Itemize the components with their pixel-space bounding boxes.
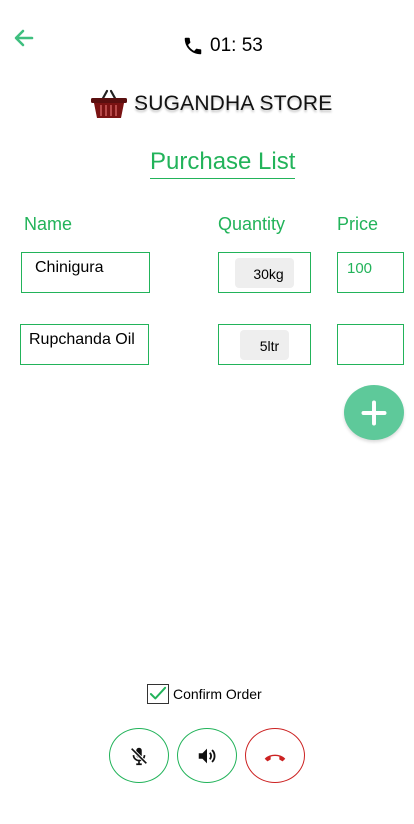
- confirm-order-label: Confirm Order: [173, 686, 262, 702]
- basket-icon: [91, 89, 127, 118]
- speaker-button[interactable]: [177, 728, 237, 783]
- item-name-field[interactable]: Chinigura: [21, 252, 150, 293]
- store-header: SUGANDHA STORE: [90, 88, 332, 120]
- column-header-quantity: Quantity: [218, 214, 286, 234]
- page-title: Purchase List: [150, 148, 296, 179]
- end-call-icon: [264, 754, 286, 761]
- quantity-value: 5ltr: [239, 329, 290, 360]
- call-timer: 01: 53: [182, 34, 263, 58]
- speaker-icon: [198, 748, 216, 763]
- item-quantity-field[interactable]: 5ltr: [218, 324, 311, 365]
- column-header-price: Price: [337, 214, 379, 234]
- plus-icon: [361, 400, 387, 425]
- store-name: SUGANDHA STORE: [134, 92, 333, 115]
- mute-button[interactable]: [109, 728, 169, 783]
- checkmark-icon: [149, 686, 167, 700]
- confirm-order[interactable]: Confirm Order: [147, 684, 262, 704]
- call-time-text: 01: 53: [210, 35, 263, 56]
- item-price-field[interactable]: 100: [337, 252, 404, 293]
- phone-icon: [184, 37, 202, 55]
- item-price-field[interactable]: [337, 324, 404, 365]
- item-name-field[interactable]: Rupchanda Oil: [20, 324, 149, 365]
- end-call-button[interactable]: [245, 728, 305, 783]
- mic-off-icon: [130, 746, 148, 765]
- add-item-button[interactable]: [344, 385, 404, 440]
- quantity-value: 30kg: [235, 257, 294, 288]
- arrow-left-icon: [14, 29, 34, 47]
- confirm-order-checkbox[interactable]: [147, 684, 169, 704]
- back-button[interactable]: [12, 26, 36, 50]
- column-header-name: Name: [24, 214, 73, 234]
- item-quantity-field[interactable]: 30kg: [218, 252, 311, 293]
